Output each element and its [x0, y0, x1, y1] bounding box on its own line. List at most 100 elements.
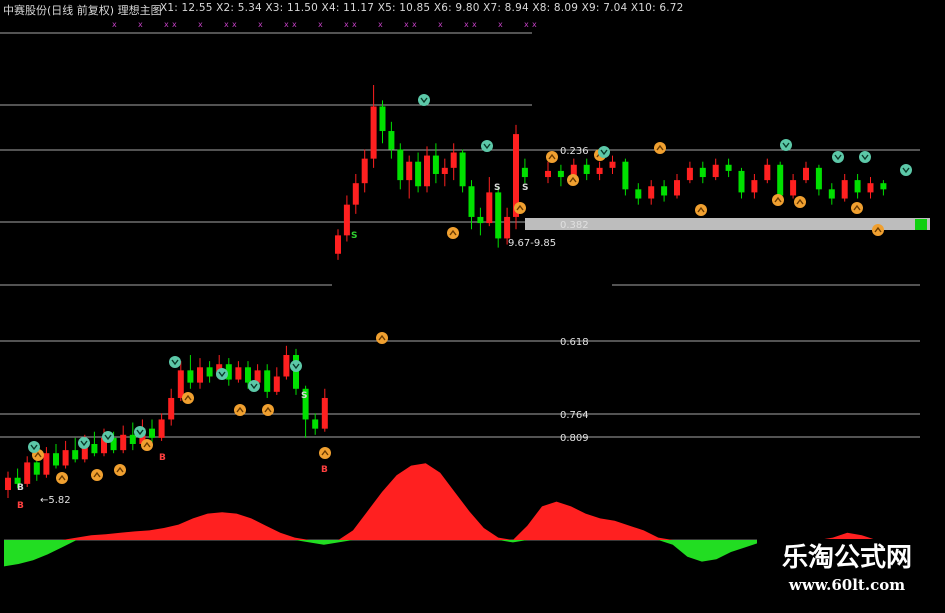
candle-body — [648, 186, 655, 199]
price-annotation: 9.67-9.85 — [508, 238, 556, 249]
candle-body — [335, 235, 341, 254]
candle-body — [352, 183, 359, 205]
candle-body — [379, 106, 386, 132]
candle-body — [764, 164, 771, 181]
x-marker: x — [258, 20, 263, 29]
buy-marker — [182, 392, 194, 404]
candle-body — [397, 149, 404, 181]
candle-body — [432, 155, 439, 174]
candle-body — [245, 367, 251, 383]
x-marker: x — [284, 20, 289, 29]
candle-body — [129, 434, 136, 444]
fib-level-label: 0.382 — [560, 220, 589, 231]
x-marker: x — [464, 20, 469, 29]
candle-body — [197, 367, 203, 383]
candle-body — [790, 180, 797, 196]
sell-marker — [418, 94, 430, 106]
x-marker: x — [172, 20, 177, 29]
candle-body — [264, 370, 271, 392]
candle-body — [486, 192, 493, 224]
candle-body — [468, 186, 475, 217]
candle-body — [149, 428, 155, 438]
buy-marker — [851, 202, 863, 214]
candle-body — [370, 106, 377, 159]
buy-marker — [114, 464, 126, 476]
chart-title: 中赛股份(日线 前复权) 理想主图 — [3, 4, 162, 17]
candle-body — [120, 434, 127, 451]
candle-body — [158, 419, 165, 438]
candlestick-chart: 0.2360.3820.6180.7640.809x x x x x x x x x x x x x x x… — [0, 20, 930, 567]
buy-marker — [91, 469, 103, 481]
x-marker: x — [292, 20, 297, 29]
candle-body — [622, 161, 629, 190]
candle-body — [841, 180, 848, 199]
sell-marker — [102, 431, 114, 443]
x-marker: x — [532, 20, 537, 29]
candle-body — [867, 183, 874, 193]
x-marker: x — [318, 20, 323, 29]
candle-body — [828, 189, 835, 199]
fib-level-label: 0.236 — [560, 146, 589, 157]
buy-marker — [376, 332, 388, 344]
buy-marker — [567, 174, 579, 186]
watermark-site-name: 乐淘公式网 — [781, 543, 912, 573]
candle-body — [686, 167, 693, 181]
candle-body — [424, 155, 430, 187]
sell-marker — [780, 139, 792, 151]
sell-marker — [832, 151, 844, 163]
candle-body — [815, 167, 822, 190]
sell-marker — [78, 437, 90, 449]
candle-body — [545, 170, 551, 178]
price-annotation: ←5.82 — [40, 495, 71, 506]
x-marker: x — [112, 20, 117, 29]
x-marker: x — [138, 20, 143, 29]
candle-body — [699, 167, 706, 178]
candle-body — [583, 164, 590, 174]
candle-body — [53, 453, 59, 466]
fib-level-label: 0.618 — [560, 337, 589, 348]
sell-marker — [598, 146, 610, 158]
x-marker: x — [412, 20, 417, 29]
candle-body — [415, 161, 422, 187]
candle-body — [609, 161, 616, 168]
signal-letter: B — [17, 501, 24, 511]
buy-marker — [695, 204, 707, 216]
x-marker: x — [344, 20, 349, 29]
candle-body — [235, 367, 242, 380]
buy-marker — [234, 404, 246, 416]
buy-marker — [514, 202, 526, 214]
candle-body — [803, 167, 809, 181]
chart-stage: 0.236 0.382 0.618 0.764 0.809 x x x x x x x x x x x x x x x… — [0, 0, 945, 609]
candle-body — [312, 419, 319, 429]
candle-body — [62, 450, 69, 466]
signal-letter: B — [159, 453, 166, 463]
candle-body — [91, 443, 98, 454]
sell-marker — [290, 360, 302, 372]
signal-letter: S — [351, 231, 357, 241]
candle-body — [388, 131, 395, 150]
candle-body — [5, 477, 11, 491]
candle-body — [406, 161, 413, 181]
candle-body — [283, 355, 290, 377]
buy-marker — [141, 439, 153, 451]
candle-body — [854, 180, 861, 193]
candle-body — [168, 397, 175, 420]
signal-letter: S — [301, 391, 307, 401]
candle-body — [33, 462, 40, 475]
watermark-url: www.60lt.com — [788, 576, 906, 594]
buy-marker — [654, 142, 666, 154]
fib-level-label: 0.764 — [560, 410, 589, 421]
candle-body — [187, 370, 194, 383]
sell-marker — [481, 140, 493, 152]
candle-body — [738, 170, 745, 193]
buy-marker — [772, 194, 784, 206]
x-marker: x — [524, 20, 529, 29]
candle-body — [459, 152, 466, 187]
fib-level-label: 0.809 — [560, 433, 589, 444]
x-marker: x — [438, 20, 443, 29]
candle-body — [521, 167, 528, 178]
sell-marker — [900, 164, 912, 176]
x-marker: x — [472, 20, 477, 29]
candle-body — [450, 152, 457, 168]
x-marker: x — [164, 20, 169, 29]
